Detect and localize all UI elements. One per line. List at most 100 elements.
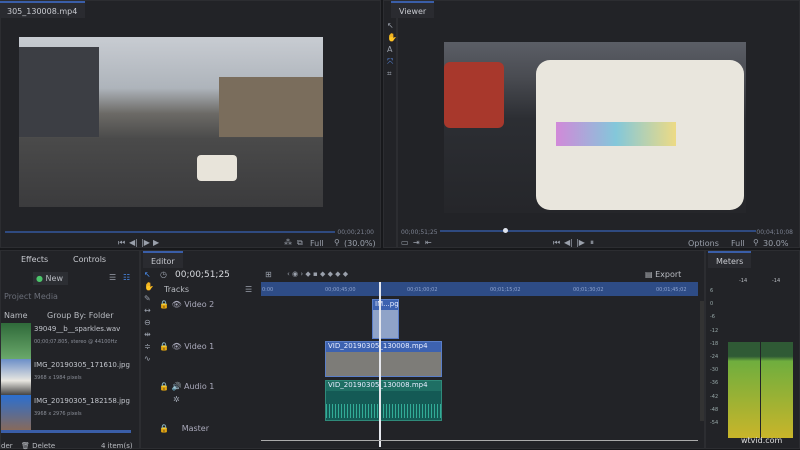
track-master[interactable]: 🔒 Master: [159, 424, 209, 433]
sort-select[interactable]: Name: [4, 311, 28, 320]
options-menu[interactable]: Options: [688, 239, 719, 248]
tracks-menu-icon[interactable]: ☰: [245, 285, 252, 294]
clock-icon: ◷: [160, 270, 167, 279]
new-button[interactable]: ● New: [33, 272, 68, 285]
step-back-icon[interactable]: ◀|: [564, 238, 573, 247]
list-item[interactable]: 39049__b__sparkles.wav 00;00;07.805, ster…: [1, 323, 133, 359]
track-video-2[interactable]: 🔒 👁 Video 2: [159, 300, 214, 309]
slice-tool-icon[interactable]: ✎: [144, 294, 151, 303]
video-clip[interactable]: VID_20190305_130008.mp4: [325, 341, 442, 377]
meter-scale-label: -54: [710, 420, 719, 426]
crop-tool-icon[interactable]: ⌗: [387, 69, 392, 79]
zoom-icon: ⚲: [334, 238, 340, 247]
timeline-ruler[interactable]: 0:00 00;00;45;00 00;01;00;02 00;01;15;02…: [261, 282, 698, 296]
add-track-icon[interactable]: ⊞: [265, 270, 272, 279]
audio-output-icon[interactable]: ⇤: [425, 238, 432, 247]
meter-scale-label: -36: [710, 380, 719, 387]
text-tool-icon[interactable]: A: [387, 45, 392, 54]
meter-scale-label: -42: [710, 393, 719, 400]
media-scrollbar[interactable]: [1, 430, 131, 433]
source-scrubber[interactable]: [5, 231, 335, 233]
master-line: [261, 440, 698, 441]
timeline-playhead[interactable]: [379, 282, 381, 447]
meter-scale-label: -12: [710, 327, 719, 334]
keyframe-controls[interactable]: ‹ ◉ › ◆ ▪ ◆ ◆ ◆ ◆: [287, 270, 348, 278]
step-forward-icon[interactable]: |▶: [576, 238, 585, 247]
media-panel: Effects Controls ● New ☰ ☷ Project Media…: [0, 250, 140, 450]
tab-source-clip[interactable]: 305_130008.mp4: [0, 1, 86, 18]
tracks-label: Tracks: [164, 285, 190, 294]
play-icon[interactable]: ▶: [153, 238, 159, 247]
tab-editor[interactable]: Editor: [143, 251, 183, 268]
clip-label: VID_20190305_130008.mp4: [328, 381, 428, 389]
detail-view-icon[interactable]: ☷: [123, 273, 130, 282]
tab-effects[interactable]: Effects: [13, 251, 56, 268]
hand-tool-icon[interactable]: ✋: [387, 33, 397, 42]
step-back-icon[interactable]: ◀|: [129, 238, 138, 247]
audio-thumbnail: [1, 323, 31, 359]
audio-clip[interactable]: VID_20190305_130008.mp4: [325, 380, 442, 421]
meter-bar-right: [761, 342, 793, 438]
skip-start-icon[interactable]: ⏮: [553, 238, 560, 248]
viewer-end-time: 00;04;10;08: [756, 229, 793, 236]
meter-scale-label: -24: [710, 354, 719, 360]
media-search-input[interactable]: Project Media: [4, 292, 58, 301]
timeline-scrollbar[interactable]: [700, 301, 704, 421]
insert-icon[interactable]: ⁂: [284, 238, 292, 247]
editor-panel: Editor ↖ ✋ ✎ ↔ ⊖ ⇹ ≑ ∿ ◷ 00;00;51;25 Tra…: [140, 250, 705, 449]
slip-tool-icon[interactable]: ↔: [144, 306, 151, 315]
viewer-tools: ↖ ✋ A ⤧ ⌗: [383, 0, 397, 248]
skip-start-icon[interactable]: ⏮: [118, 238, 125, 248]
link-icon[interactable]: ∿: [144, 354, 151, 363]
new-icon: ●: [36, 274, 43, 283]
viewer-quality-select[interactable]: Full: [731, 239, 745, 248]
source-end-time: 00;00;21;00: [337, 229, 374, 236]
track-label: Video 1: [184, 342, 215, 351]
zoom-icon: ⚲: [753, 238, 759, 247]
source-zoom-select[interactable]: (30.0%): [344, 239, 376, 248]
audio-waveform: [326, 404, 441, 418]
track-audio-1[interactable]: 🔒 🔊 Audio 1: [159, 382, 214, 391]
source-video-frame: [19, 37, 323, 207]
playhead-marker[interactable]: [503, 228, 508, 233]
meter-bar-left: [728, 342, 760, 438]
list-item[interactable]: IMG_20190305_171610.jpg 3968 x 1984 pixel…: [1, 359, 133, 395]
tab-controls[interactable]: Controls: [65, 251, 114, 268]
peak-left: -14: [739, 278, 748, 284]
viewer-panel: Viewer 00;00;51;25 00;04;10;08 ▭ ⇥ ⇤ ⏮ ◀…: [391, 0, 800, 248]
source-viewer-panel: 305_130008.mp4 00;00;21;00 ⏮ ◀| |▶ ▶ ⁂ ⧉…: [0, 0, 381, 248]
export-label: Export: [655, 270, 682, 279]
select-tool-icon[interactable]: ↖: [144, 270, 151, 279]
ripple-icon[interactable]: ⇹: [144, 330, 151, 339]
pause-icon[interactable]: ⏸: [590, 238, 594, 248]
peak-right: -14: [772, 278, 781, 284]
group-by-select[interactable]: Group By: Folder: [47, 311, 114, 320]
tab-viewer[interactable]: Viewer: [391, 1, 435, 18]
safe-area-icon[interactable]: ▭: [401, 238, 409, 247]
meter-scale-label: 0: [710, 301, 714, 308]
step-forward-icon[interactable]: |▶: [141, 238, 150, 247]
export-button[interactable]: ▤ Export: [645, 270, 681, 279]
rate-stretch-icon[interactable]: ≑: [144, 342, 151, 351]
editor-timecode[interactable]: 00;00;51;25: [175, 270, 230, 280]
select-tool-icon[interactable]: ↖: [387, 21, 394, 30]
audio-fx-icon[interactable]: ✲: [173, 395, 180, 404]
tab-meters[interactable]: Meters: [708, 251, 752, 268]
viewer-video-frame: [444, 42, 746, 213]
snap-icon[interactable]: ⊖: [144, 318, 151, 327]
meter-scale-label: -6: [710, 314, 715, 321]
export-frame-icon[interactable]: ⇥: [413, 238, 420, 247]
viewer-scrubber[interactable]: [440, 228, 756, 233]
viewer-zoom-select[interactable]: 30.0%: [763, 239, 788, 248]
hand-tool-icon[interactable]: ✋: [144, 282, 154, 291]
overlay-icon[interactable]: ⧉: [297, 238, 303, 248]
list-item[interactable]: IMG_20190305_182158.jpg 3968 x 2976 pixel…: [1, 395, 133, 431]
list-view-icon[interactable]: ☰: [109, 273, 116, 282]
source-quality-select[interactable]: Full: [310, 239, 324, 248]
image-clip[interactable]: IM...pg: [372, 299, 399, 339]
track-label: Video 2: [184, 300, 215, 309]
transform-tool-icon[interactable]: ⤧: [387, 57, 393, 67]
meters-panel: Meters -14 -14 6 0 -6 -12 -18 -24 -30 -36 -42 -48…: [705, 250, 800, 449]
track-video-1[interactable]: 🔒 👁 Video 1: [159, 342, 214, 351]
meter-scale-label: -48: [710, 406, 719, 413]
